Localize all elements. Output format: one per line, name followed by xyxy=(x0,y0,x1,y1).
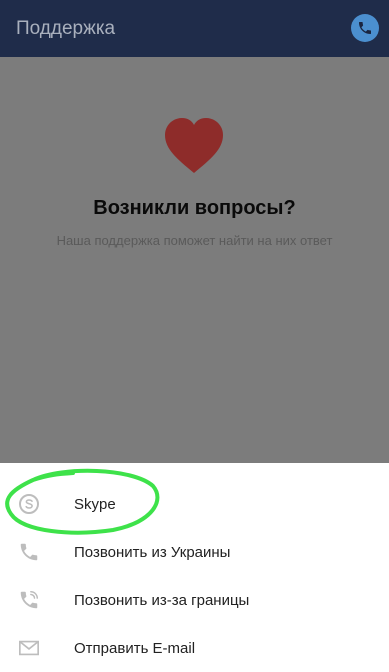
phone-icon xyxy=(20,543,38,561)
phone-icon xyxy=(359,22,371,34)
skype-icon xyxy=(19,494,39,514)
option-call-abroad[interactable]: Позвонить из-за границы xyxy=(0,576,389,624)
heart-icon xyxy=(165,118,223,173)
email-icon xyxy=(19,640,39,656)
contact-options-sheet: Skype Позвонить из Украины Позвонить из-… xyxy=(0,463,389,670)
page-title: Поддержка xyxy=(16,17,116,39)
option-call-ukraine[interactable]: Позвонить из Украины xyxy=(0,528,389,576)
option-label: Skype xyxy=(74,495,116,513)
option-send-email[interactable]: Отправить E-mail xyxy=(0,624,389,672)
app-bar: Поддержка xyxy=(0,0,389,57)
option-label: Позвонить из Украины xyxy=(74,543,231,561)
support-headline: Возникли вопросы? xyxy=(93,197,296,219)
option-skype[interactable]: Skype xyxy=(0,480,389,528)
support-content: Возникли вопросы? Наша поддержка поможет… xyxy=(0,57,389,463)
phone-forward-icon xyxy=(20,591,38,609)
option-label: Позвонить из-за границы xyxy=(74,591,250,609)
support-subtitle: Наша поддержка поможет найти на них отве… xyxy=(56,233,333,248)
option-label: Отправить E-mail xyxy=(74,639,196,657)
call-button[interactable] xyxy=(351,14,379,42)
